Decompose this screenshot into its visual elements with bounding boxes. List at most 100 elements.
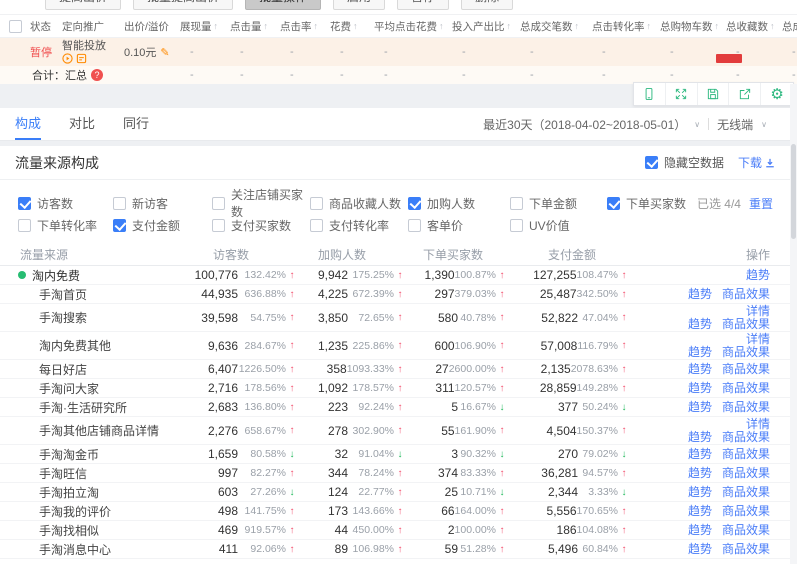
reset-link[interactable]: 重置 <box>749 195 773 212</box>
toolbar-button[interactable]: 暂停 <box>397 0 449 10</box>
arrow-down-icon: ↓ <box>496 487 508 498</box>
action-link[interactable]: 商品效果 <box>722 543 770 556</box>
action-line: 详情 <box>746 333 770 346</box>
action-link[interactable]: 商品效果 <box>722 288 770 301</box>
tab-2[interactable]: 对比 <box>69 108 95 140</box>
metric-checkbox[interactable]: 支付转化率 <box>310 217 408 234</box>
action-link[interactable]: 商品效果 <box>722 467 770 480</box>
scrollbar[interactable] <box>790 84 797 564</box>
metric-checkbox[interactable]: 商品收藏人数 <box>310 195 408 212</box>
column-label: 展现量 <box>180 19 212 34</box>
terminal-selector[interactable]: 无线端 <box>717 116 753 133</box>
action-line: 趋势商品效果 <box>688 505 770 518</box>
action-link[interactable]: 趋势 <box>688 448 712 461</box>
action-link[interactable]: 趋势 <box>746 269 770 282</box>
column-header[interactable]: 投入产出比↑ <box>452 19 520 34</box>
column-header[interactable]: 总购物车数↑ <box>660 19 726 34</box>
action-link[interactable]: 趋势 <box>688 288 712 301</box>
select-all-checkbox[interactable] <box>9 20 22 33</box>
metric-checkbox[interactable]: 支付金额 <box>113 217 212 234</box>
mobile-preview-icon[interactable] <box>634 83 666 105</box>
metric-cell: 278302.90%↑ <box>298 424 406 438</box>
column-header[interactable]: 点击量↑ <box>230 19 280 34</box>
metric-checkbox[interactable]: UV价值 <box>510 217 607 234</box>
action-link[interactable]: 趋势 <box>688 431 712 444</box>
column-header[interactable]: 总收藏数↑ <box>726 19 782 34</box>
metric-change: 120.57% <box>455 382 496 394</box>
metric-checkbox[interactable]: 加购人数 <box>408 195 510 212</box>
column-header[interactable]: 花费↑ <box>330 19 374 34</box>
toolbar-button[interactable]: 批量提高出价 <box>133 0 233 10</box>
fullscreen-icon[interactable] <box>666 83 698 105</box>
action-link[interactable]: 趋势 <box>688 467 712 480</box>
edit-bid-icon[interactable]: ✎ <box>160 46 169 59</box>
toolbar-button[interactable]: 提高出价 <box>45 0 121 10</box>
empty-value: - <box>374 69 452 81</box>
metric-change: 164.00% <box>455 505 496 517</box>
action-link[interactable]: 商品效果 <box>722 401 770 414</box>
action-link[interactable]: 商品效果 <box>722 363 770 376</box>
tab-3[interactable]: 同行 <box>123 108 149 140</box>
metric-checkbox[interactable]: 下单买家数 <box>607 195 686 212</box>
metric-checkbox[interactable]: 客单价 <box>408 217 510 234</box>
action-link[interactable]: 商品效果 <box>722 486 770 499</box>
help-icon[interactable]: ? <box>91 69 103 81</box>
hide-empty-data-toggle[interactable]: 隐藏空数据 <box>645 154 724 171</box>
action-link[interactable]: 趋势 <box>688 401 712 414</box>
action-link[interactable]: 趋势 <box>688 318 712 331</box>
action-link[interactable]: 商品效果 <box>722 382 770 395</box>
checkbox-icon <box>18 219 31 232</box>
metric-change: 149.28% <box>577 382 618 394</box>
settings-gear-icon[interactable]: ⚙ <box>761 83 793 105</box>
metric-checkbox[interactable]: 访客数 <box>18 195 113 212</box>
date-range-selector[interactable]: 最近30天（2018-04-02~2018-05-01） <box>483 116 686 133</box>
action-link[interactable]: 商品效果 <box>722 431 770 444</box>
column-header[interactable]: 点击转化率↑ <box>592 19 660 34</box>
traffic-source-cell: 手淘搜索 <box>0 309 180 326</box>
action-link[interactable]: 趋势 <box>688 346 712 359</box>
metric-change: 161.90% <box>455 425 496 437</box>
metric-checkbox[interactable]: 下单转化率 <box>18 217 113 234</box>
metric-cell: 27079.02%↓ <box>508 447 630 461</box>
metric-value: 66 <box>441 504 454 518</box>
column-header[interactable]: 总成交笔数↑ <box>520 19 592 34</box>
share-icon[interactable] <box>729 83 761 105</box>
toolbar-button[interactable]: 启用 <box>333 0 385 10</box>
card-badge-icon <box>76 53 87 64</box>
action-link[interactable]: 商品效果 <box>722 505 770 518</box>
metric-cell: 44450.00%↑ <box>298 523 406 537</box>
column-header[interactable]: 平均点击花费↑ <box>374 19 452 34</box>
action-link[interactable]: 商品效果 <box>722 318 770 331</box>
action-link[interactable]: 详情 <box>746 418 770 431</box>
action-link[interactable]: 趋势 <box>688 363 712 376</box>
metric-value: 2,135 <box>541 362 571 376</box>
toolbar-button[interactable]: 删除 <box>461 0 513 10</box>
metric-checkbox[interactable]: 下单金额 <box>510 195 607 212</box>
action-link[interactable]: 趋势 <box>688 524 712 537</box>
table-row: 手淘问大家2,716178.56%↑1,092178.57%↑311120.57… <box>0 379 797 398</box>
action-link[interactable]: 趋势 <box>688 505 712 518</box>
download-link[interactable]: 下载 <box>738 154 775 171</box>
action-link[interactable]: 趋势 <box>688 543 712 556</box>
save-icon[interactable] <box>698 83 730 105</box>
action-link[interactable]: 商品效果 <box>722 346 770 359</box>
action-link[interactable]: 趋势 <box>688 486 712 499</box>
action-link[interactable]: 商品效果 <box>722 524 770 537</box>
column-header[interactable]: 总成交金额↑ <box>782 19 797 34</box>
metric-checkbox[interactable]: 关注店铺买家数 <box>212 186 310 220</box>
metric-checkbox[interactable]: 新访客 <box>113 195 212 212</box>
action-line: 趋势商品效果 <box>688 363 770 376</box>
metric-value: 6,407 <box>208 362 238 376</box>
action-link[interactable]: 趋势 <box>688 382 712 395</box>
metric-checkbox[interactable]: 支付买家数 <box>212 217 310 234</box>
promotion-name-cell[interactable]: 智能投放 <box>62 40 124 64</box>
action-link[interactable]: 商品效果 <box>722 448 770 461</box>
action-link[interactable]: 详情 <box>746 305 770 318</box>
column-header[interactable]: 展现量↑ <box>180 19 230 34</box>
action-link[interactable]: 详情 <box>746 333 770 346</box>
tab-1[interactable]: 构成 <box>15 108 41 140</box>
toolbar-button[interactable]: 批量操作 <box>245 0 321 10</box>
metric-change: 104.08% <box>577 524 618 536</box>
column-header[interactable]: 点击率↑ <box>280 19 330 34</box>
scrollbar-thumb[interactable] <box>791 144 796 239</box>
